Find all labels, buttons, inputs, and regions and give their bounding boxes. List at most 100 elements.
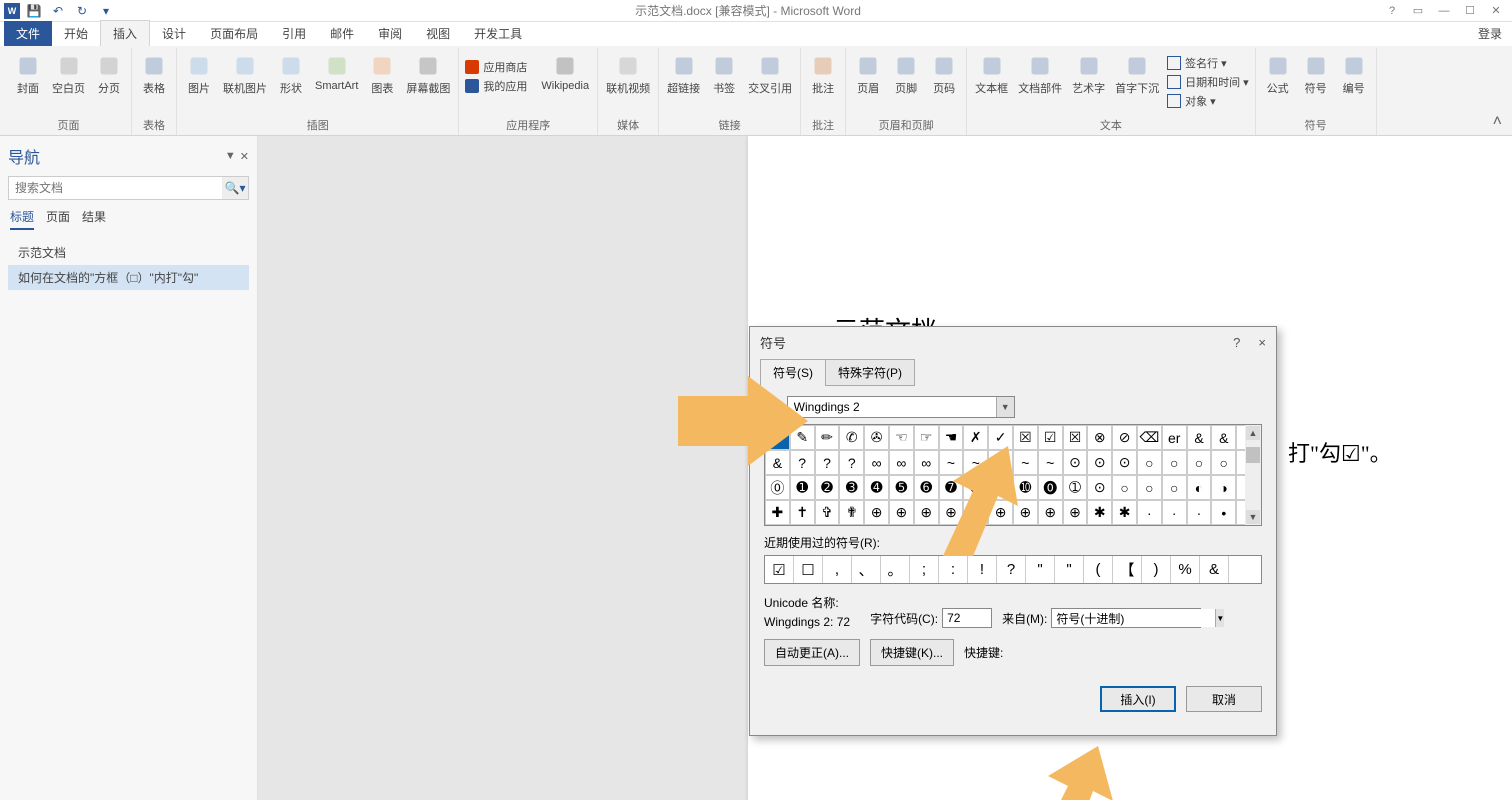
recent-symbol[interactable]: ! — [968, 556, 997, 583]
ribbon-图表[interactable]: 图表 — [364, 52, 400, 98]
ribbon-应用商店[interactable]: 应用商店 — [463, 58, 529, 76]
symbol-cell[interactable]: ✇ — [864, 425, 889, 450]
recent-symbol[interactable]: ( — [1084, 556, 1113, 583]
symbol-cell[interactable]: ⓪ — [765, 475, 790, 500]
tab-developer[interactable]: 开发工具 — [462, 21, 534, 46]
symbol-cell[interactable]: ➍ — [864, 475, 889, 500]
symbol-cell[interactable]: ⊕ — [864, 500, 889, 525]
collapse-ribbon-icon[interactable]: ˄ — [1489, 109, 1506, 135]
symbol-cell[interactable]: · — [1137, 500, 1162, 525]
ribbon-首字下沉[interactable]: 首字下沉 — [1111, 52, 1163, 98]
recent-symbol[interactable]: % — [1171, 556, 1200, 583]
ribbon-文档部件[interactable]: 文档部件 — [1014, 52, 1066, 98]
symbol-cell[interactable]: ⊕ — [889, 500, 914, 525]
tab-review[interactable]: 审阅 — [366, 21, 414, 46]
symbol-cell[interactable]: ☑ — [1038, 425, 1063, 450]
qat-dropdown-icon[interactable]: ▾ — [96, 2, 116, 20]
symbol-cell[interactable]: ✆ — [839, 425, 864, 450]
ribbon-屏幕截图[interactable]: 屏幕截图 — [402, 52, 454, 98]
symbol-cell[interactable]: ? — [815, 450, 840, 475]
recent-symbol[interactable]: " — [1026, 556, 1055, 583]
symbol-cell[interactable]: ◑ — [1211, 475, 1236, 500]
ribbon-艺术字[interactable]: 艺术字 — [1068, 52, 1109, 98]
scroll-up-icon[interactable]: ▲ — [1246, 426, 1260, 440]
nav-search-input[interactable] — [9, 177, 222, 199]
recent-symbol[interactable]: , — [823, 556, 852, 583]
symbol-cell[interactable]: ⌫ — [1137, 425, 1162, 450]
nav-item-1[interactable]: 如何在文档的"方框（□）"内打"勾" — [8, 265, 249, 290]
tab-home[interactable]: 开始 — [52, 21, 100, 46]
symbol-cell[interactable]: ➎ — [889, 475, 914, 500]
ribbon-我的应用[interactable]: 我的应用 — [463, 77, 529, 95]
nav-dropdown-icon[interactable]: ▼ — [225, 150, 236, 163]
tab-view[interactable]: 视图 — [414, 21, 462, 46]
symbol-cell[interactable]: ➋ — [815, 475, 840, 500]
nav-close-icon[interactable]: ✕ — [240, 150, 249, 163]
ribbon-空白页[interactable]: 空白页 — [48, 52, 89, 98]
ribbon-公式[interactable]: 公式 — [1260, 52, 1296, 98]
symbol-cell[interactable]: ∞ — [864, 450, 889, 475]
ribbon-联机图片[interactable]: 联机图片 — [219, 52, 271, 98]
ribbon-对象[interactable]: 对象 ▾ — [1165, 92, 1251, 110]
symbol-cell[interactable]: ☒ — [1063, 425, 1088, 450]
ribbon-options-icon[interactable]: ▭ — [1406, 3, 1430, 19]
symbol-cell[interactable]: ✟ — [839, 500, 864, 525]
scroll-thumb[interactable] — [1246, 447, 1260, 463]
ribbon-书签[interactable]: 书签 — [706, 52, 742, 98]
symbol-cell[interactable]: ○ — [1162, 450, 1187, 475]
symbol-cell[interactable]: ✏ — [815, 425, 840, 450]
help-icon[interactable]: ? — [1380, 3, 1404, 19]
autocorrect-button[interactable]: 自动更正(A)... — [764, 639, 860, 666]
symbol-cell[interactable]: ○ — [1211, 450, 1236, 475]
symbol-cell[interactable]: ⊙ — [1087, 475, 1112, 500]
ribbon-表格[interactable]: 表格 — [136, 52, 172, 98]
from-select-input[interactable] — [1052, 609, 1215, 627]
recent-symbol[interactable]: " — [1055, 556, 1084, 583]
char-code-input[interactable] — [942, 608, 992, 628]
symbol-cell[interactable]: ∞ — [889, 450, 914, 475]
search-icon[interactable]: 🔍▾ — [222, 177, 248, 199]
recent-symbol[interactable]: 。 — [881, 556, 910, 583]
symbol-cell[interactable]: ~ — [1038, 450, 1063, 475]
scroll-down-icon[interactable]: ▼ — [1246, 510, 1260, 524]
cancel-button[interactable]: 取消 — [1186, 686, 1262, 712]
ribbon-Wikipedia[interactable]: Wikipedia — [537, 52, 593, 94]
tab-file[interactable]: 文件 — [4, 21, 52, 46]
symbol-cell[interactable]: ➀ — [1063, 475, 1088, 500]
symbol-cell[interactable]: ? — [839, 450, 864, 475]
symbol-cell[interactable]: ⊕ — [1063, 500, 1088, 525]
ribbon-交叉引用[interactable]: 交叉引用 — [744, 52, 796, 98]
font-select-input[interactable] — [788, 397, 996, 417]
ribbon-超链接[interactable]: 超链接 — [663, 52, 704, 98]
symbol-cell[interactable]: ⓿ — [1038, 475, 1063, 500]
nav-tab-results[interactable]: 结果 — [82, 208, 106, 230]
symbol-cell[interactable]: ○ — [1162, 475, 1187, 500]
undo-icon[interactable]: ↶ — [48, 2, 68, 20]
symbol-cell[interactable]: ○ — [1137, 475, 1162, 500]
symbol-cell[interactable]: ✞ — [815, 500, 840, 525]
symbol-cell[interactable]: ✝ — [790, 500, 815, 525]
tab-insert[interactable]: 插入 — [100, 20, 150, 46]
symbol-cell[interactable]: ⊙ — [1063, 450, 1088, 475]
close-icon[interactable]: ✕ — [1484, 3, 1508, 19]
symbol-cell[interactable]: ⊗ — [1087, 425, 1112, 450]
recent-symbol[interactable]: ? — [997, 556, 1026, 583]
ribbon-批注[interactable]: 批注 — [805, 52, 841, 98]
login-link[interactable]: 登录 — [1468, 21, 1512, 46]
recent-symbol[interactable]: ☐ — [794, 556, 823, 583]
ribbon-分页[interactable]: 分页 — [91, 52, 127, 98]
symbol-cell[interactable]: ○ — [1112, 475, 1137, 500]
dialog-help-icon[interactable]: ? — [1233, 335, 1240, 350]
ribbon-联机视频[interactable]: 联机视频 — [602, 52, 654, 98]
symbol-cell[interactable]: er — [1162, 425, 1187, 450]
recent-symbol[interactable]: : — [939, 556, 968, 583]
symbol-cell[interactable]: ➊ — [790, 475, 815, 500]
symbol-cell[interactable]: ☜ — [889, 425, 914, 450]
insert-button[interactable]: 插入(I) — [1100, 686, 1176, 712]
nav-item-0[interactable]: 示范文档 — [8, 240, 249, 265]
tab-design[interactable]: 设计 — [150, 21, 198, 46]
symbol-cell[interactable]: ➌ — [839, 475, 864, 500]
tab-layout[interactable]: 页面布局 — [198, 21, 270, 46]
symbol-cell[interactable]: ✚ — [765, 500, 790, 525]
symbol-cell[interactable]: ◐ — [1187, 475, 1212, 500]
